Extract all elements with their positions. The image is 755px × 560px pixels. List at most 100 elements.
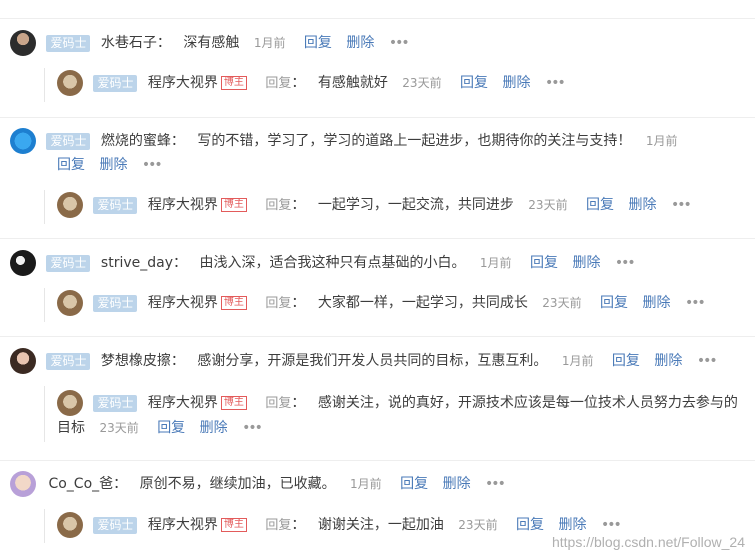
blogger-badge: 博主 bbox=[220, 518, 247, 532]
more-icon[interactable]: ••• bbox=[485, 476, 506, 492]
more-icon[interactable]: ••• bbox=[615, 255, 636, 271]
reply-author[interactable]: 程序大视界 bbox=[148, 75, 218, 91]
delete-button[interactable]: 删除 bbox=[558, 517, 586, 533]
delete-button[interactable]: 删除 bbox=[346, 35, 374, 51]
avatar[interactable] bbox=[10, 348, 36, 374]
comment-actions: 回复 删除 ••• bbox=[57, 153, 163, 177]
delete-button[interactable]: 删除 bbox=[502, 75, 530, 91]
reply-item: 爱码士 程序大视界 博主 回复： 有感触就好 23天前 回复 删除 ••• bbox=[57, 70, 566, 96]
reply-time: 23天前 bbox=[542, 296, 582, 310]
comment-author[interactable]: 水巷石子 bbox=[101, 35, 157, 51]
more-icon[interactable]: ••• bbox=[389, 35, 410, 51]
delete-button[interactable]: 删除 bbox=[572, 255, 600, 271]
comment-time: 1月前 bbox=[253, 36, 286, 50]
comment-divider bbox=[0, 336, 755, 337]
delete-button[interactable]: 删除 bbox=[200, 420, 228, 436]
reply-time: 23天前 bbox=[458, 518, 498, 532]
delete-button[interactable]: 删除 bbox=[642, 295, 670, 311]
reply-button[interactable]: 回复 bbox=[612, 353, 640, 369]
reply-text: 谢谢关注，一起加油 bbox=[317, 517, 444, 533]
reply-label: 回复 bbox=[265, 296, 292, 311]
reply-time: 23天前 bbox=[402, 76, 442, 90]
avatar[interactable] bbox=[57, 390, 83, 416]
avatar[interactable] bbox=[57, 290, 83, 316]
reply-button[interactable]: 回复 bbox=[57, 157, 85, 173]
colon: ： bbox=[291, 75, 306, 91]
more-icon[interactable]: ••• bbox=[601, 517, 622, 533]
delete-button[interactable]: 删除 bbox=[654, 353, 682, 369]
reply-label: 回复 bbox=[265, 198, 292, 213]
comment-author[interactable]: strive_day bbox=[101, 255, 173, 271]
reply-author[interactable]: 程序大视界 bbox=[148, 395, 218, 411]
colon: ： bbox=[291, 395, 306, 411]
more-icon[interactable]: ••• bbox=[242, 420, 263, 436]
comment-divider bbox=[0, 18, 755, 19]
comment-author[interactable]: Co_Co_爸 bbox=[48, 476, 113, 492]
more-icon[interactable]: ••• bbox=[545, 75, 566, 91]
colon: ： bbox=[291, 517, 306, 533]
blogger-badge: 博主 bbox=[220, 76, 247, 90]
reply-button[interactable]: 回复 bbox=[600, 295, 628, 311]
colon: ： bbox=[170, 133, 185, 149]
avatar[interactable] bbox=[10, 30, 36, 56]
more-icon[interactable]: ••• bbox=[671, 197, 692, 213]
comment-time: 1月前 bbox=[645, 134, 678, 148]
user-level-badge: 爱码士 bbox=[93, 394, 138, 412]
user-level-badge: 爱码士 bbox=[93, 294, 138, 312]
comment-item: 爱码士 梦想橡皮擦： 感谢分享，开源是我们开发人员共同的目标，互惠互利。 1月前… bbox=[10, 348, 718, 374]
reply-thread-line bbox=[44, 386, 45, 442]
avatar[interactable] bbox=[57, 70, 83, 96]
delete-button[interactable]: 删除 bbox=[443, 476, 471, 492]
more-icon[interactable]: ••• bbox=[142, 157, 163, 173]
avatar[interactable] bbox=[10, 128, 36, 154]
comment-divider bbox=[0, 117, 755, 118]
avatar[interactable] bbox=[57, 512, 83, 538]
comment-author[interactable]: 梦想橡皮擦 bbox=[101, 353, 171, 369]
colon: ： bbox=[170, 353, 185, 369]
comment-item: 爱码士 水巷石子： 深有感触 1月前 回复 删除 ••• bbox=[10, 30, 410, 56]
reply-button[interactable]: 回复 bbox=[460, 75, 488, 91]
watermark: https://blog.csdn.net/Follow_24 bbox=[551, 534, 745, 550]
more-icon[interactable]: ••• bbox=[697, 353, 718, 369]
colon: ： bbox=[291, 295, 306, 311]
user-level-badge: 爱码士 bbox=[93, 196, 138, 214]
blogger-badge: 博主 bbox=[220, 296, 247, 310]
reply-button[interactable]: 回复 bbox=[157, 420, 185, 436]
user-level-badge: 爱码士 bbox=[46, 132, 91, 150]
reply-time: 23天前 bbox=[528, 198, 568, 212]
blogger-badge: 博主 bbox=[220, 396, 247, 410]
reply-button[interactable]: 回复 bbox=[530, 255, 558, 271]
comment-text: 写的不错，学习了，学习的道路上一起进步，也期待你的关注与支持！ bbox=[197, 133, 632, 149]
reply-item: 爱码士 程序大视界 博主 回复： 谢谢关注，一起加油 23天前 回复 删除 ••• bbox=[57, 512, 622, 538]
reply-button[interactable]: 回复 bbox=[586, 197, 614, 213]
delete-button[interactable]: 删除 bbox=[628, 197, 656, 213]
reply-text: 大家都一样，一起学习，共同成长 bbox=[317, 295, 528, 311]
avatar[interactable] bbox=[10, 250, 36, 276]
reply-label: 回复 bbox=[265, 396, 292, 411]
comment-author[interactable]: 燃烧的蜜蜂 bbox=[101, 133, 171, 149]
colon: ： bbox=[291, 197, 306, 213]
reply-button[interactable]: 回复 bbox=[304, 35, 332, 51]
reply-author[interactable]: 程序大视界 bbox=[148, 197, 218, 213]
reply-thread-line bbox=[44, 509, 45, 543]
reply-label: 回复 bbox=[265, 76, 292, 91]
user-level-badge: 爱码士 bbox=[93, 516, 138, 534]
user-level-badge: 爱码士 bbox=[46, 34, 91, 52]
comment-divider bbox=[0, 460, 755, 461]
reply-item: 爱码士 程序大视界 博主 回复： 一起学习，一起交流，共同进步 23天前 回复 删… bbox=[57, 192, 692, 218]
reply-thread-line bbox=[44, 190, 45, 224]
avatar[interactable] bbox=[57, 192, 83, 218]
reply-author[interactable]: 程序大视界 bbox=[148, 295, 218, 311]
reply-button[interactable]: 回复 bbox=[516, 517, 544, 533]
comment-item: 爱码士 strive_day： 由浅入深，适合我这种只有点基础的小白。 1月前 … bbox=[10, 250, 636, 276]
colon: ： bbox=[113, 476, 128, 492]
comment-time: 1月前 bbox=[479, 256, 512, 270]
comment-text: 深有感触 bbox=[183, 35, 240, 51]
comment-time: 1月前 bbox=[561, 354, 594, 368]
reply-author[interactable]: 程序大视界 bbox=[148, 517, 218, 533]
reply-button[interactable]: 回复 bbox=[400, 476, 428, 492]
avatar[interactable] bbox=[10, 471, 36, 497]
delete-button[interactable]: 删除 bbox=[99, 157, 127, 173]
more-icon[interactable]: ••• bbox=[685, 295, 706, 311]
user-level-badge: 爱码士 bbox=[93, 74, 138, 92]
